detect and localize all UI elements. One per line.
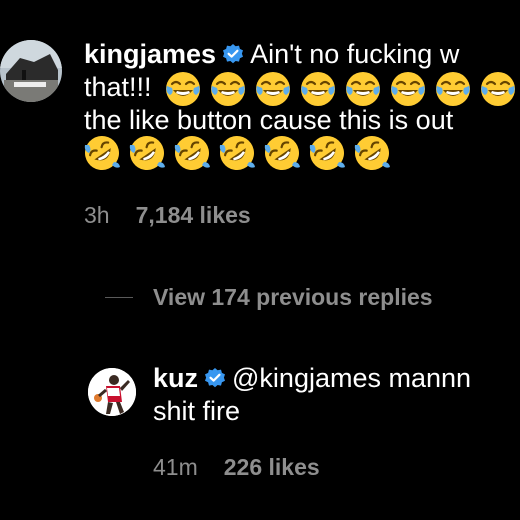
username[interactable]: kingjames [84, 39, 216, 69]
timestamp: 3h [84, 202, 110, 228]
face-with-tears-of-joy-icon [345, 71, 382, 107]
view-previous-replies[interactable]: View 174 previous replies [105, 284, 433, 310]
comment-text: kingjames Ain't no fucking w that!!! the … [84, 38, 520, 175]
comment-line-1: @kingjames mannn [232, 363, 472, 393]
avatar-kingjames[interactable] [0, 40, 62, 102]
verified-badge-icon [204, 367, 227, 389]
comment-meta: 3h 7,184 likes [84, 202, 251, 229]
view-replies-label[interactable]: View 174 previous replies [153, 284, 433, 311]
rolling-on-the-floor-laughing-icon [174, 135, 210, 171]
rolling-on-the-floor-laughing-icon [219, 135, 255, 171]
face-with-tears-of-joy-icon [480, 71, 517, 107]
rolling-on-the-floor-laughing-icon [84, 135, 120, 171]
likes-count[interactable]: 226 likes [224, 454, 320, 480]
face-with-tears-of-joy-icon [390, 71, 427, 107]
face-with-tears-of-joy-icon [300, 71, 337, 107]
rolling-on-the-floor-laughing-icon [309, 135, 345, 171]
face-with-tears-of-joy-icon [165, 71, 202, 107]
comment-line-3: the like button cause this is out [84, 105, 454, 135]
face-with-tears-of-joy-icon [255, 71, 292, 107]
username[interactable]: kuz [153, 363, 198, 393]
face-with-tears-of-joy-icon [435, 71, 472, 107]
divider [105, 296, 133, 298]
comment-meta: 41m 226 likes [153, 454, 320, 481]
emoji-row-rofl [84, 135, 520, 175]
verified-badge-icon [222, 43, 245, 65]
comment-line-1: Ain't no fucking w [250, 39, 460, 69]
rolling-on-the-floor-laughing-icon [129, 135, 165, 171]
comment-line-2: that!!! [84, 72, 152, 103]
avatar-kuz[interactable] [88, 368, 136, 416]
timestamp: 41m [153, 454, 198, 480]
comment-line-2: shit fire [153, 396, 241, 426]
rolling-on-the-floor-laughing-icon [354, 135, 390, 171]
comment-text: kuz @kingjames mannn shit fire [153, 362, 471, 428]
rolling-on-the-floor-laughing-icon [264, 135, 300, 171]
emoji-row-joy [159, 71, 520, 107]
likes-count[interactable]: 7,184 likes [136, 202, 251, 228]
face-with-tears-of-joy-icon [210, 71, 247, 107]
